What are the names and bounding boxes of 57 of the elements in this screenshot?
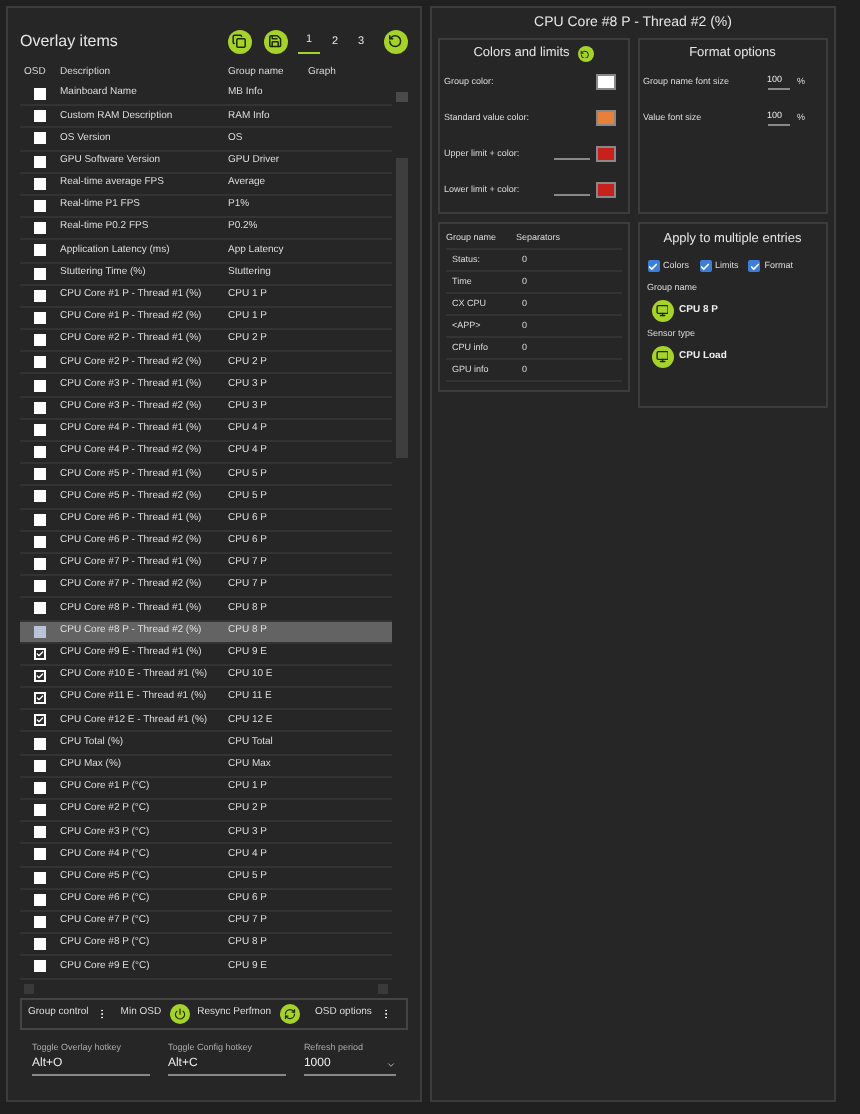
checkbox[interactable] bbox=[34, 826, 46, 839]
checkbox[interactable] bbox=[34, 423, 46, 436]
color-swatch[interactable] bbox=[596, 110, 616, 126]
color-swatch[interactable] bbox=[596, 182, 616, 198]
checkbox[interactable] bbox=[34, 334, 46, 347]
dropdown-icon bbox=[386, 1059, 396, 1070]
checkbox[interactable] bbox=[34, 938, 46, 951]
checkbox[interactable] bbox=[34, 714, 46, 727]
checkbox[interactable] bbox=[34, 267, 46, 280]
checkbox[interactable] bbox=[34, 535, 46, 548]
checkbox[interactable] bbox=[34, 602, 46, 615]
checkbox[interactable] bbox=[34, 244, 46, 257]
checkbox[interactable] bbox=[34, 200, 46, 213]
checkbox[interactable] bbox=[34, 871, 46, 884]
toggle-icon[interactable] bbox=[577, 46, 594, 62]
checkbox[interactable] bbox=[34, 580, 46, 593]
monitor-icon[interactable] bbox=[651, 300, 673, 322]
checkbox[interactable] bbox=[699, 260, 712, 273]
power-icon[interactable] bbox=[169, 1003, 190, 1023]
checkbox[interactable] bbox=[34, 289, 46, 302]
checkbox[interactable] bbox=[34, 625, 46, 638]
checkbox[interactable] bbox=[34, 558, 46, 571]
checkbox[interactable] bbox=[34, 647, 46, 660]
checkbox[interactable] bbox=[34, 401, 46, 414]
checkbox[interactable] bbox=[647, 260, 659, 273]
checkbox[interactable] bbox=[34, 468, 46, 481]
color-swatch[interactable] bbox=[596, 74, 616, 90]
checkbox[interactable] bbox=[34, 737, 46, 750]
checkbox[interactable] bbox=[34, 356, 46, 369]
panel-title: Overlay items bbox=[20, 30, 120, 54]
color-swatch[interactable] bbox=[596, 146, 616, 162]
checkbox[interactable] bbox=[34, 804, 46, 817]
monitor-icon[interactable] bbox=[651, 345, 673, 368]
checkbox[interactable] bbox=[34, 110, 46, 123]
checkbox[interactable] bbox=[34, 781, 46, 794]
checkbox[interactable] bbox=[34, 960, 46, 973]
checkbox[interactable] bbox=[34, 893, 46, 906]
checkbox[interactable] bbox=[34, 490, 46, 503]
sync-icon[interactable] bbox=[279, 1003, 300, 1023]
checkbox[interactable] bbox=[34, 155, 46, 168]
checkbox[interactable] bbox=[34, 692, 46, 705]
checkbox[interactable] bbox=[34, 759, 46, 772]
checkbox[interactable] bbox=[34, 132, 46, 145]
reset-icon[interactable] bbox=[384, 30, 408, 54]
checkbox[interactable] bbox=[34, 916, 46, 929]
checkbox[interactable] bbox=[34, 88, 46, 101]
checkbox[interactable] bbox=[34, 311, 46, 324]
checkbox[interactable] bbox=[34, 513, 46, 526]
checkbox[interactable] bbox=[34, 669, 46, 682]
checkbox[interactable] bbox=[34, 446, 46, 459]
checkbox[interactable] bbox=[748, 260, 761, 273]
checkbox[interactable] bbox=[34, 379, 46, 392]
checkbox[interactable] bbox=[34, 177, 46, 190]
checkbox[interactable] bbox=[34, 222, 46, 235]
save-icon[interactable] bbox=[264, 30, 288, 54]
checkbox[interactable] bbox=[34, 848, 46, 861]
copy-icon[interactable] bbox=[228, 30, 252, 54]
